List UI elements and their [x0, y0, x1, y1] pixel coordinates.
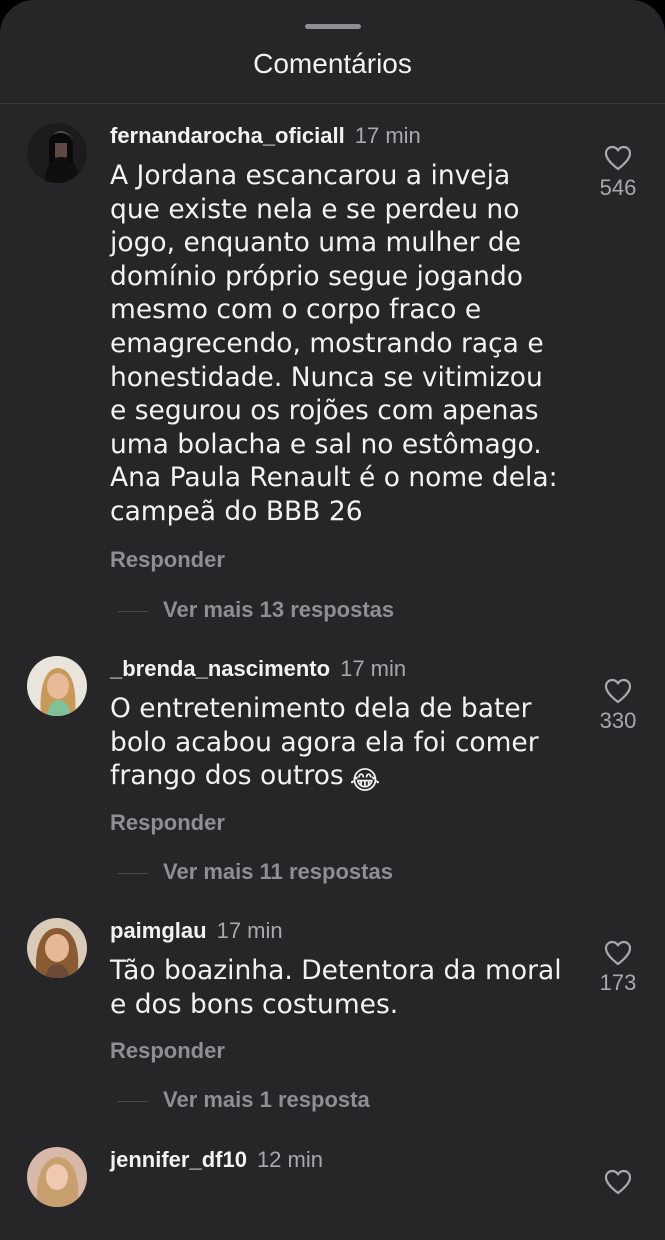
username[interactable]: paimglau	[110, 918, 207, 943]
comment-header: fernandarocha_oficiall 17 min	[110, 123, 421, 149]
comment-header: jennifer_df10 12 min	[110, 1147, 323, 1173]
username[interactable]: _brenda_nascimento	[110, 656, 330, 681]
avatar[interactable]	[27, 1147, 87, 1207]
reply-button[interactable]: Responder	[110, 547, 225, 573]
username[interactable]: jennifer_df10	[110, 1147, 247, 1172]
laughing-emoji-icon: 😂	[349, 766, 381, 797]
comment-text-body: O entretenimento dela de bater bolo acab…	[110, 693, 539, 792]
avatar[interactable]	[27, 656, 87, 716]
like-count: 330	[599, 708, 637, 733]
comments-sheet: Comentários fernandarocha_oficiall 17 min…	[0, 0, 665, 1240]
view-more-replies-label: Ver mais 11 respostas	[163, 859, 393, 884]
comment-text: A Jordana escancarou a inveja que existe…	[110, 160, 558, 527]
replies-line	[118, 1101, 148, 1102]
replies-line	[118, 873, 148, 874]
comment-header: _brenda_nascimento 17 min	[110, 656, 406, 682]
view-more-replies-label: Ver mais 1 resposta	[163, 1087, 370, 1112]
like-button[interactable]: 173	[586, 940, 650, 996]
like-button[interactable]	[586, 1169, 650, 1195]
avatar[interactable]	[27, 123, 87, 183]
like-count: 546	[599, 175, 637, 200]
sheet-title: Comentários	[253, 48, 412, 79]
timestamp: 17 min	[216, 918, 283, 943]
header-divider	[0, 103, 665, 104]
timestamp: 12 min	[256, 1147, 323, 1172]
reply-button[interactable]: Responder	[110, 1038, 225, 1064]
like-button[interactable]: 546	[586, 145, 650, 201]
comment-text: O entretenimento dela de bater bolo acab…	[110, 692, 580, 799]
drag-handle[interactable]	[305, 24, 361, 29]
like-count: 173	[599, 970, 637, 995]
reply-button[interactable]: Responder	[110, 810, 225, 836]
like-button[interactable]: 330	[586, 678, 650, 734]
timestamp: 17 min	[340, 656, 407, 681]
heart-icon	[604, 940, 632, 966]
view-more-replies-label: Ver mais 13 respostas	[163, 597, 395, 622]
heart-icon	[604, 145, 632, 171]
replies-line	[118, 611, 148, 612]
comment-header: paimglau 17 min	[110, 918, 283, 944]
heart-icon	[604, 1169, 632, 1195]
timestamp: 17 min	[354, 123, 421, 148]
username[interactable]: fernandarocha_oficiall	[110, 123, 345, 148]
comment-text: Tão boazinha. Detentora da moral e dos b…	[110, 955, 562, 1020]
avatar[interactable]	[27, 918, 87, 978]
heart-icon	[604, 678, 632, 704]
